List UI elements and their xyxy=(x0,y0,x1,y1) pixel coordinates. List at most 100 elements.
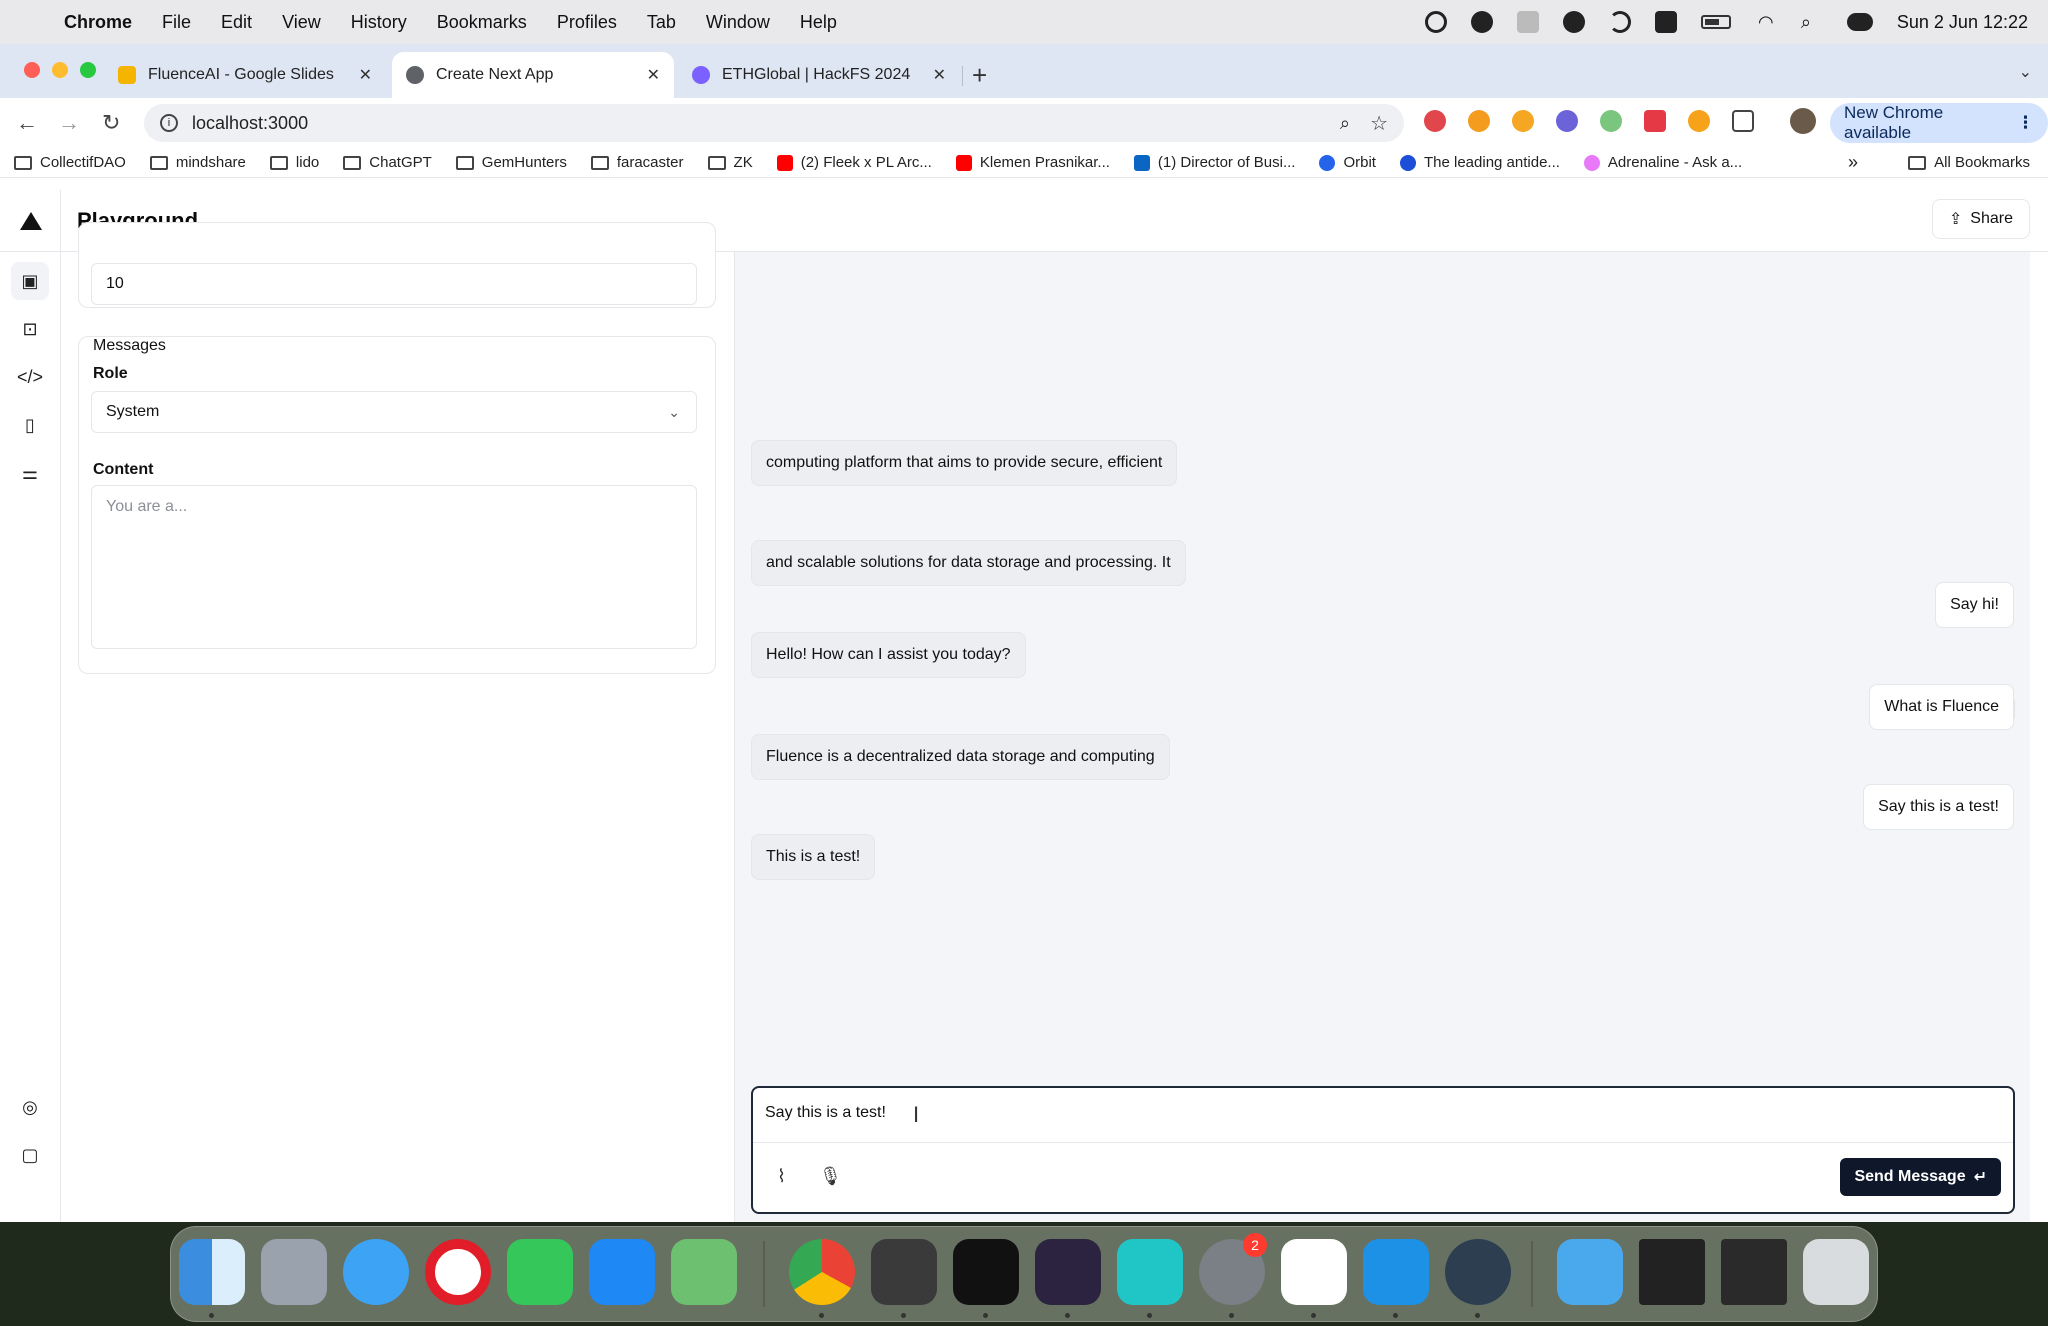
minimize-window-button[interactable] xyxy=(52,62,68,78)
bookmark-folder[interactable]: faracaster xyxy=(590,154,684,171)
zoom-icon[interactable]: ⌕ xyxy=(1340,113,1350,134)
battery-icon[interactable] xyxy=(1700,15,1731,29)
mail-icon[interactable] xyxy=(589,1239,655,1305)
menu-bookmarks[interactable]: Bookmarks xyxy=(437,12,527,33)
chrome-update-button[interactable]: New Chrome available ⋮ xyxy=(1830,103,2048,143)
forward-icon[interactable]: → xyxy=(58,110,80,136)
terminal-app-icon[interactable] xyxy=(953,1239,1019,1305)
menu-help[interactable]: Help xyxy=(800,12,837,33)
messages-icon[interactable] xyxy=(507,1239,573,1305)
bookmark-link[interactable]: Orbit xyxy=(1319,154,1376,171)
menu-edit[interactable]: Edit xyxy=(221,12,252,33)
address-url[interactable]: localhost:3000 xyxy=(192,113,308,134)
logo-container[interactable] xyxy=(0,190,61,252)
menubar-clock[interactable]: Sun 2 Jun 12:22 xyxy=(1897,12,2028,33)
bookmark-folder[interactable]: ChatGPT xyxy=(343,154,432,171)
menu-profiles[interactable]: Profiles xyxy=(557,12,617,33)
more-vertical-icon[interactable]: ⋮ xyxy=(2017,113,2034,133)
menu-tab[interactable]: Tab xyxy=(647,12,676,33)
menu-history[interactable]: History xyxy=(351,12,407,33)
hat-icon[interactable] xyxy=(1562,11,1585,33)
bookmark-link[interactable]: Klemen Prasnikar... xyxy=(955,154,1110,171)
help-lifebuoy-icon[interactable]: ◎ xyxy=(11,1088,49,1126)
address-bar[interactable]: i localhost:3000 ⌕ ☆ xyxy=(144,104,1404,142)
extension-icon[interactable] xyxy=(1468,110,1490,132)
folder-stack-icon[interactable] xyxy=(1557,1239,1623,1305)
cube-app-icon[interactable] xyxy=(1117,1239,1183,1305)
quicktime-icon[interactable] xyxy=(1445,1239,1511,1305)
opera-icon[interactable] xyxy=(425,1239,491,1305)
obsidian-icon[interactable] xyxy=(1035,1239,1101,1305)
paperclip-icon[interactable]: ⌇ xyxy=(777,1166,786,1187)
bookmark-link[interactable]: Adrenaline - Ask a... xyxy=(1583,154,1742,171)
tab-ethglobal[interactable]: ETHGlobal | HackFS 2024 ✕ xyxy=(678,52,960,98)
menu-view[interactable]: View xyxy=(282,12,321,33)
window-thumbnail[interactable] xyxy=(1639,1239,1705,1305)
send-message-button[interactable]: Send Message ↵ xyxy=(1840,1158,2001,1196)
bookmark-folder[interactable]: ZK xyxy=(707,154,753,171)
close-tab-icon[interactable]: ✕ xyxy=(933,65,946,85)
new-tab-icon[interactable]: + xyxy=(972,60,987,91)
wifi-icon[interactable]: ◠ xyxy=(1755,11,1777,33)
bookmark-star-icon[interactable]: ☆ xyxy=(1370,111,1388,136)
book-icon[interactable]: ▯ xyxy=(11,406,49,444)
control-center-icon[interactable] xyxy=(1846,13,1873,31)
bookmark-folder[interactable]: mindshare xyxy=(149,154,246,171)
close-tab-icon[interactable]: ✕ xyxy=(359,65,372,85)
sublime-text-icon[interactable] xyxy=(871,1239,937,1305)
message-input[interactable]: Say this is a test! xyxy=(765,1104,886,1122)
docker-icon[interactable] xyxy=(1363,1239,1429,1305)
cube-icon[interactable] xyxy=(1516,11,1539,33)
extension-icon[interactable] xyxy=(1600,110,1622,132)
reload-icon[interactable]: ↻ xyxy=(102,110,120,136)
menu-window[interactable]: Window xyxy=(706,12,770,33)
bookmark-folder[interactable]: CollectifDAO xyxy=(14,154,126,171)
finder-icon[interactable] xyxy=(179,1239,245,1305)
vscode-icon[interactable] xyxy=(1281,1239,1347,1305)
content-textarea[interactable]: You are a... xyxy=(91,485,697,649)
keyboard-input-icon[interactable] xyxy=(1654,11,1677,33)
puzzle-icon[interactable] xyxy=(1732,110,1754,132)
zoom-window-button[interactable] xyxy=(80,62,96,78)
code-icon[interactable]: </> xyxy=(11,358,49,396)
bot-icon[interactable]: ⊡ xyxy=(11,310,49,348)
extension-icon[interactable] xyxy=(1512,110,1534,132)
site-info-icon[interactable]: i xyxy=(160,114,178,132)
close-tab-icon[interactable]: ✕ xyxy=(647,65,660,85)
maps-icon[interactable] xyxy=(671,1239,737,1305)
close-window-button[interactable] xyxy=(24,62,40,78)
microphone-icon[interactable]: 🎙 xyxy=(819,1166,842,1187)
tab-create-next-app[interactable]: Create Next App ✕ xyxy=(392,52,674,98)
moon-icon[interactable] xyxy=(1608,11,1631,33)
bookmark-link[interactable]: (2) Fleek x PL Arc... xyxy=(776,154,932,171)
extension-icon[interactable] xyxy=(1688,110,1710,132)
menu-file[interactable]: File xyxy=(162,12,191,33)
extension-icon[interactable] xyxy=(1556,110,1578,132)
role-select[interactable]: System ⌄ xyxy=(91,391,697,433)
record-icon[interactable] xyxy=(1424,11,1447,33)
number-input[interactable]: 10 xyxy=(91,263,697,305)
more-bookmarks-icon[interactable]: » xyxy=(1848,152,1858,173)
cloud-icon[interactable] xyxy=(1470,11,1493,33)
profile-avatar[interactable] xyxy=(1790,108,1816,134)
tab-fluenceai-slides[interactable]: FluenceAI - Google Slides ✕ xyxy=(104,52,386,98)
trash-icon[interactable] xyxy=(1803,1239,1869,1305)
safari-icon[interactable] xyxy=(343,1239,409,1305)
spotlight-icon[interactable]: ⌕ xyxy=(1801,11,1823,33)
bookmark-folder[interactable]: lido xyxy=(269,154,319,171)
extension-icon[interactable] xyxy=(1644,110,1666,132)
all-bookmarks-button[interactable]: All Bookmarks xyxy=(1908,154,2030,171)
account-icon[interactable]: ▢ xyxy=(11,1136,49,1174)
settings-sliders-icon[interactable]: ⚌ xyxy=(11,454,49,492)
chrome-icon[interactable] xyxy=(789,1239,855,1305)
message-composer[interactable]: Say this is a test! I ⌇ 🎙 Send Message ↵ xyxy=(751,1086,2015,1214)
bookmark-link[interactable]: The leading antide... xyxy=(1399,154,1560,171)
launchpad-icon[interactable] xyxy=(261,1239,327,1305)
window-thumbnail[interactable] xyxy=(1721,1239,1787,1305)
share-button[interactable]: ⇪ Share xyxy=(1931,199,2030,239)
bookmark-link[interactable]: (1) Director of Busi... xyxy=(1133,154,1295,171)
terminal-icon[interactable]: ▣ xyxy=(11,262,49,300)
tab-search-chevron-icon[interactable]: ⌄ xyxy=(2019,62,2032,82)
menu-app[interactable]: Chrome xyxy=(64,12,132,33)
extension-icon[interactable] xyxy=(1424,110,1446,132)
